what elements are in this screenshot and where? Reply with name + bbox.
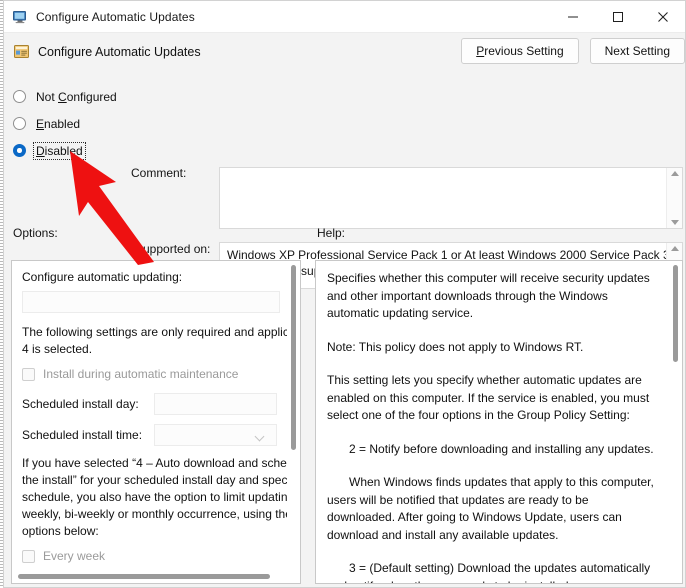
every-week-row[interactable]: Every week	[22, 549, 277, 563]
comment-value[interactable]	[220, 168, 666, 228]
options-section-label: Options:	[13, 226, 58, 240]
install-during-maintenance-row[interactable]: Install during automatic maintenance	[22, 367, 277, 381]
header-title-group: Configure Automatic Updates	[13, 43, 201, 60]
scroll-up-arrow-icon[interactable]	[670, 246, 679, 251]
close-button[interactable]	[640, 1, 685, 32]
options-panel-content: Configure automatic updating: The follow…	[12, 261, 287, 570]
scheduled-install-time-combobox[interactable]	[154, 424, 277, 446]
radio-disabled[interactable]: Disabled	[13, 137, 153, 164]
options-vertical-scrollbar[interactable]	[287, 261, 300, 570]
limit-updating-paragraph: If you have selected “4 – Auto download …	[22, 456, 287, 538]
radio-mark-disabled	[13, 144, 26, 157]
scroll-down-arrow-icon[interactable]	[670, 220, 679, 225]
help-paragraph: 2 = Notify before downloading and instal…	[349, 441, 654, 456]
options-description-paragraph: The following settings are only required…	[22, 325, 287, 356]
help-section-label: Help:	[317, 226, 346, 240]
radio-label-disabled: Disabled	[33, 141, 86, 160]
every-week-label: Every week	[43, 549, 106, 563]
scroll-up-arrow-icon[interactable]	[670, 171, 679, 176]
options-horizontal-scrollbar[interactable]	[12, 570, 300, 583]
radio-mark-enabled	[13, 117, 26, 130]
help-paragraph: Note: This policy does not apply to Wind…	[327, 339, 584, 354]
header-bar: Configure Automatic Updates Previous Set…	[4, 33, 685, 79]
supported-on-label: Supported on:	[135, 242, 211, 256]
help-paragraph: Specifies whether this computer will rec…	[327, 271, 654, 320]
title-bar: Configure Automatic Updates	[4, 1, 685, 33]
previous-setting-button[interactable]: Previous Setting	[461, 38, 579, 64]
help-vertical-scroll-thumb[interactable]	[673, 265, 678, 362]
scheduled-install-time-label: Scheduled install time:	[22, 428, 143, 442]
radio-enabled[interactable]: Enabled	[13, 110, 153, 137]
previous-setting-accel: P	[476, 44, 485, 58]
radio-label-not-configured: Not Configured	[36, 89, 117, 104]
options-vertical-scroll-thumb[interactable]	[291, 265, 296, 450]
help-paragraph: 3 = (Default setting) Download the updat…	[327, 561, 651, 583]
radio-not-configured[interactable]: Not Configured	[13, 83, 153, 110]
scheduled-install-day-combobox[interactable]	[154, 393, 277, 415]
help-vertical-scrollbar[interactable]	[669, 261, 682, 583]
options-horizontal-scroll-thumb[interactable]	[18, 574, 270, 579]
help-paragraph: This setting lets you specify whether au…	[327, 373, 653, 422]
scheduled-install-day-label: Scheduled install day:	[22, 397, 139, 411]
window-controls	[550, 1, 685, 32]
maximize-button[interactable]	[595, 1, 640, 32]
radio-mark-not-configured	[13, 90, 26, 103]
navigation-buttons: Previous Setting Next Setting	[461, 38, 685, 64]
options-panel: Configure automatic updating: The follow…	[11, 260, 301, 584]
configure-automatic-updating-label: Configure automatic updating:	[22, 270, 183, 284]
install-during-maintenance-label: Install during automatic maintenance	[43, 367, 239, 381]
comment-textbox[interactable]	[219, 167, 683, 229]
window-title: Configure Automatic Updates	[36, 9, 195, 24]
next-setting-button[interactable]: Next Setting	[589, 38, 685, 64]
comment-scrollbar[interactable]	[666, 168, 682, 228]
scheduled-install-time-row: Scheduled install time:	[22, 424, 277, 446]
every-week-checkbox[interactable]	[22, 549, 35, 563]
help-panel: Specifies whether this computer will rec…	[315, 260, 683, 584]
previous-setting-label: revious Setting	[484, 44, 564, 58]
policy-setting-icon	[13, 43, 30, 60]
minimize-button[interactable]	[550, 1, 595, 32]
policy-state-radio-group: Not Configured Enabled Disabled	[13, 83, 153, 164]
configure-automatic-updates-window: Configure Automatic Updates Configure Au…	[3, 0, 686, 588]
state-pane: Not Configured Enabled Disabled Comment:…	[4, 79, 685, 289]
configure-automatic-updating-combobox[interactable]	[22, 291, 280, 313]
scheduled-install-day-row: Scheduled install day:	[22, 393, 277, 415]
monitor-icon	[12, 9, 28, 25]
setting-title: Configure Automatic Updates	[38, 44, 201, 59]
radio-label-enabled: Enabled	[36, 116, 81, 131]
install-during-maintenance-checkbox[interactable]	[22, 367, 35, 381]
help-paragraph: When Windows finds updates that apply to…	[327, 475, 658, 542]
help-panel-content: Specifies whether this computer will rec…	[316, 261, 669, 583]
comment-label: Comment:	[131, 166, 187, 180]
